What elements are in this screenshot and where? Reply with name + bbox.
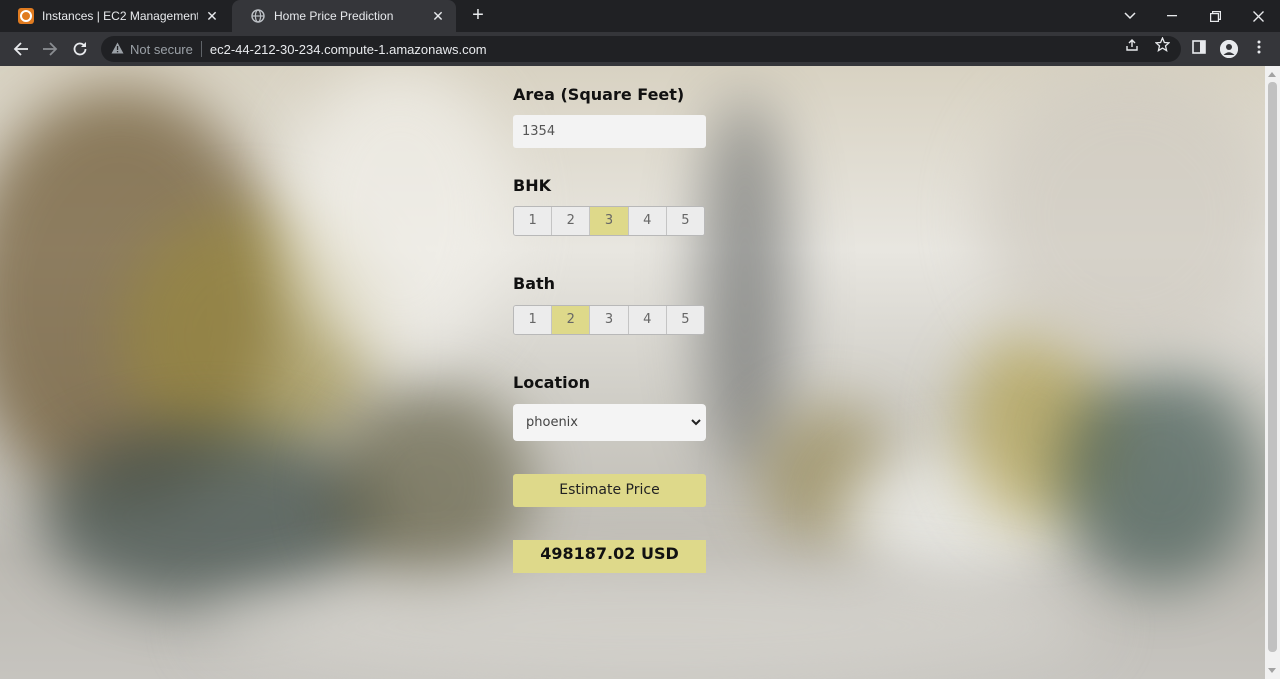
aws-icon [18,8,34,24]
menu-kebab-icon[interactable] [1250,40,1268,58]
area-input[interactable] [513,115,706,148]
forward-icon[interactable] [37,36,63,62]
url-text[interactable]: ec2-44-212-30-234.compute-1.amazonaws.co… [210,42,487,57]
bath-selector: 1 2 3 4 5 [513,305,705,335]
close-icon[interactable]: ✕ [204,8,220,24]
chevron-down-icon [690,416,702,428]
bhk-option-3[interactable]: 3 [589,207,628,235]
restore-button[interactable] [1195,0,1235,32]
browser-toolbar: Not secure ec2-44-212-30-234.compute-1.a… [0,32,1280,66]
side-panel-icon[interactable] [1190,40,1208,58]
bath-option-3[interactable]: 3 [589,306,628,334]
close-icon[interactable]: ✕ [430,8,446,24]
address-bar[interactable]: Not secure ec2-44-212-30-234.compute-1.a… [101,36,1181,62]
tab-title: Home Price Prediction [274,9,394,23]
bhk-option-1[interactable]: 1 [514,207,552,235]
tab-title: Instances | EC2 Management Con [42,9,198,23]
bath-option-2[interactable]: 2 [551,306,590,334]
bookmark-star-icon[interactable] [1153,36,1171,53]
scroll-down-arrow-icon[interactable] [1268,668,1276,673]
page-viewport: Area (Square Feet) BHK 1 2 3 4 5 Bath 1 … [0,66,1280,679]
minimize-button[interactable] [1152,0,1192,32]
globe-icon [250,8,266,24]
estimated-price-result: 498187.02 USD [513,540,706,573]
bhk-option-5[interactable]: 5 [665,207,704,235]
reload-icon[interactable] [67,36,93,62]
profile-avatar-icon[interactable] [1220,40,1238,58]
bhk-label: BHK [513,176,551,195]
back-icon[interactable] [8,36,34,62]
bhk-option-4[interactable]: 4 [627,207,666,235]
divider [200,41,202,57]
area-label: Area (Square Feet) [513,85,685,104]
security-status[interactable]: Not secure [130,42,193,57]
bath-option-1[interactable]: 1 [514,306,552,334]
bhk-selector: 1 2 3 4 5 [513,206,705,236]
close-window-button[interactable] [1238,0,1278,32]
tab-strip: Instances | EC2 Management Con ✕ Home Pr… [0,0,1280,32]
share-icon[interactable] [1124,37,1140,53]
bath-label: Bath [513,274,556,293]
vertical-scrollbar[interactable] [1265,66,1280,679]
tab-ec2-instances[interactable]: Instances | EC2 Management Con ✕ [0,0,230,32]
estimate-price-button[interactable]: Estimate Price [513,474,706,507]
location-label: Location [513,373,590,392]
tab-search-icon[interactable] [1110,0,1150,32]
blurred-city-background [0,66,1280,679]
bath-option-5[interactable]: 5 [665,306,704,334]
location-selected-value: phoenix [526,415,578,430]
new-tab-button[interactable]: + [466,4,490,28]
scrollbar-thumb[interactable] [1268,82,1277,652]
bath-option-4[interactable]: 4 [627,306,666,334]
scroll-up-arrow-icon[interactable] [1268,72,1276,77]
bhk-option-2[interactable]: 2 [551,207,590,235]
location-select[interactable]: phoenix [513,404,706,441]
warning-icon[interactable] [111,42,124,57]
tab-home-price-prediction[interactable]: Home Price Prediction ✕ [232,0,456,32]
